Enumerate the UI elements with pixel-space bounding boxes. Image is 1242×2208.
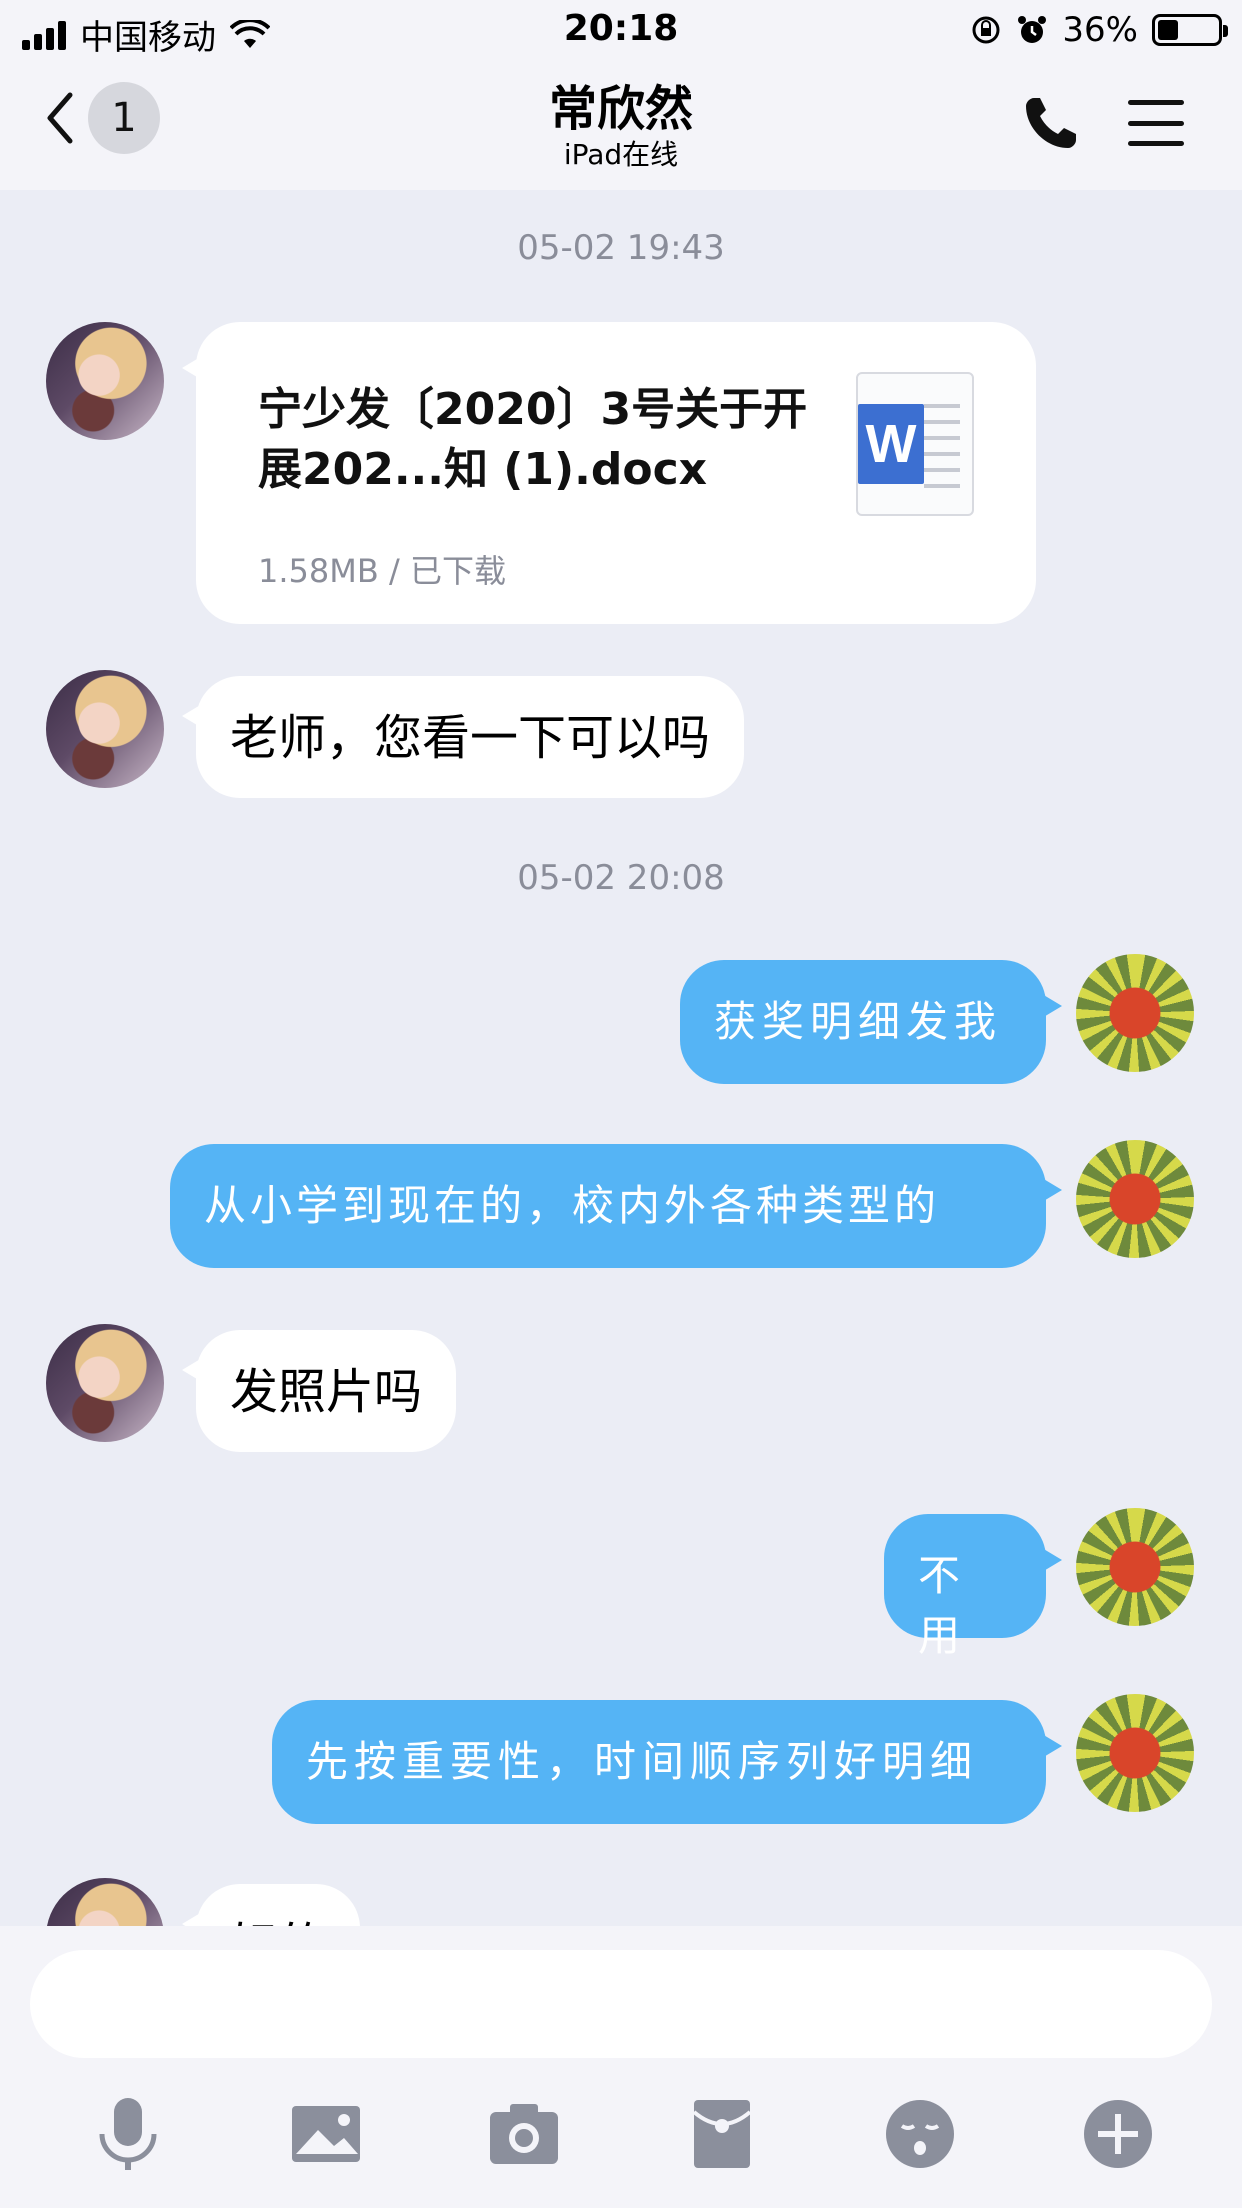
microphone-icon xyxy=(99,2098,157,2170)
menu-icon[interactable] xyxy=(1128,100,1184,146)
phone-call-icon[interactable] xyxy=(1022,94,1080,152)
message-bubble-sent[interactable]: 不用 xyxy=(884,1514,1062,1660)
rotation-lock-icon xyxy=(972,16,1000,44)
alarm-icon xyxy=(1018,16,1047,43)
my-avatar[interactable] xyxy=(1076,1508,1194,1626)
battery-icon xyxy=(1152,14,1228,46)
message-bubble-received[interactable]: 老师，您看一下可以吗 xyxy=(181,676,745,798)
voice-button[interactable] xyxy=(90,2096,166,2172)
message-timestamp: 05-02 20:08 xyxy=(517,858,725,898)
red-packet-button[interactable] xyxy=(684,2096,760,2172)
more-button[interactable] xyxy=(1080,2096,1156,2172)
contact-avatar[interactable] xyxy=(46,1878,164,1926)
image-icon xyxy=(292,2106,360,2162)
contact-avatar[interactable] xyxy=(46,670,164,788)
contact-avatar[interactable] xyxy=(46,322,164,440)
message-bubble-sent[interactable]: 获奖明细发我 xyxy=(680,960,1062,1084)
my-avatar[interactable] xyxy=(1076,1140,1194,1258)
image-button[interactable] xyxy=(288,2096,364,2172)
file-message[interactable]: 宁少发〔2020〕3号关于开展202...知 (1).docx 1.58MB /… xyxy=(182,322,1036,624)
word-document-icon: W xyxy=(856,372,974,516)
my-avatar[interactable] xyxy=(1076,954,1194,1072)
my-avatar[interactable] xyxy=(1076,1694,1194,1812)
camera-button[interactable] xyxy=(486,2096,562,2172)
message-timestamp: 05-02 19:43 xyxy=(517,228,725,268)
emoji-icon xyxy=(886,2100,954,2168)
plus-icon xyxy=(1084,2100,1152,2168)
file-name: 宁少发〔2020〕3号关于开展202...知 (1).docx xyxy=(258,384,808,495)
file-size-status: 1.58MB / 已下载 xyxy=(258,552,506,590)
red-packet-icon xyxy=(692,2100,752,2168)
status-bar: 中国移动 20:18 36% xyxy=(0,0,1242,62)
message-bubble-sent[interactable]: 先按重要性，时间顺序列好明细 xyxy=(272,1700,1062,1824)
contact-avatar[interactable] xyxy=(46,1324,164,1442)
emoji-button[interactable] xyxy=(882,2096,958,2172)
message-input[interactable] xyxy=(30,1950,1212,2058)
message-list[interactable]: 05-02 19:43 宁少发〔2020〕3号关于开展202...知 (1).d… xyxy=(0,190,1242,1926)
camera-icon xyxy=(490,2104,558,2164)
chat-header: 1 常欣然 iPad在线 xyxy=(0,62,1242,190)
message-bubble-sent[interactable]: 从小学到现在的，校内外各种类型的 xyxy=(170,1144,1062,1268)
message-bubble-received[interactable]: 好的 xyxy=(181,1884,361,1926)
message-bubble-received[interactable]: 发照片吗 xyxy=(181,1330,457,1452)
composer-bar xyxy=(0,1926,1242,2208)
battery-percent: 36% xyxy=(1062,10,1138,50)
